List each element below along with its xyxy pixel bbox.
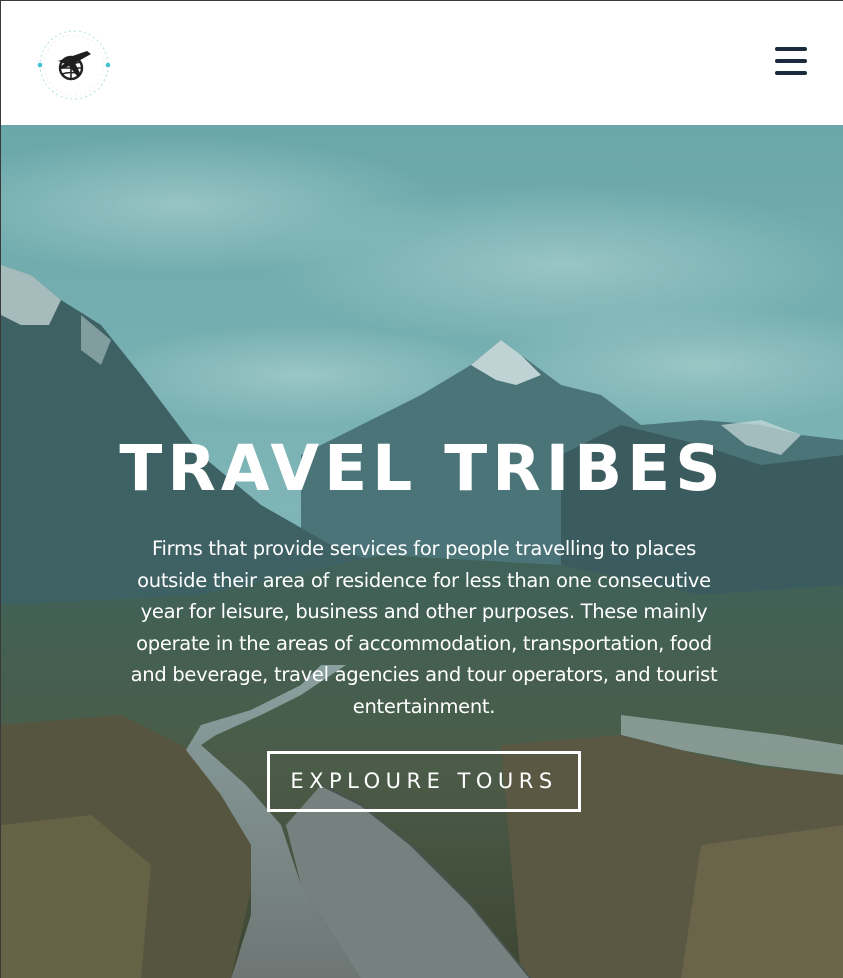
menu-bar (775, 47, 807, 51)
explore-tours-button[interactable]: EXPLOURE TOURS (267, 751, 581, 812)
hero-description: Firms that provide services for people t… (130, 537, 718, 718)
hamburger-menu-icon[interactable] (775, 47, 809, 77)
page: TRAVEL TRIBES Firms that provide service… (0, 0, 843, 978)
hero-title: TRAVEL TRIBES (119, 432, 726, 505)
hero-section: TRAVEL TRIBES Firms that provide service… (1, 125, 843, 978)
menu-bar (775, 71, 807, 75)
site-logo[interactable] (35, 27, 113, 103)
site-header (1, 1, 843, 125)
menu-bar (775, 59, 807, 63)
